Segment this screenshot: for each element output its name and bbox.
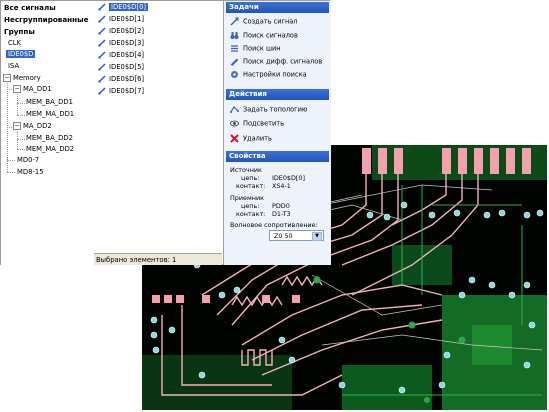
chevron-down-icon[interactable]: ▼ bbox=[312, 232, 322, 241]
receiver-net-label: цепь: bbox=[241, 202, 260, 210]
list-item[interactable]: IDE0$D[7] bbox=[98, 87, 144, 95]
task-pane: Задачи Создать сигнал Поиск сигналов Пои… bbox=[223, 1, 331, 265]
create-signal-label: Создать сигнал bbox=[243, 17, 298, 26]
signal-label: IDE0$D[2] bbox=[109, 27, 145, 35]
search-diff-signals-label: Поиск дифф. сигналов bbox=[243, 57, 323, 66]
signal-label: IDE0$D[0] bbox=[109, 3, 149, 11]
properties-header[interactable]: Свойства bbox=[226, 151, 329, 162]
list-item[interactable]: IDE0$D[6] bbox=[98, 75, 144, 83]
status-bar: Выбрано элементов: 1 bbox=[94, 253, 222, 265]
bus-search-icon bbox=[231, 45, 238, 52]
collapse-icon[interactable]: − bbox=[13, 122, 21, 130]
search-settings-link[interactable]: Настройки поиска bbox=[230, 70, 307, 79]
signal-label: IDE0$D[5] bbox=[109, 63, 145, 71]
list-item[interactable]: IDE0$D[2] bbox=[98, 27, 144, 35]
tree-item-mem-ma-dd1[interactable]: MEM_MA_DD1 bbox=[26, 110, 74, 118]
tree-item-ma-dd1[interactable]: − MA_DD1 bbox=[13, 85, 52, 93]
impedance-label: Волновое сопротивление: bbox=[230, 221, 318, 229]
tree-item-mem-ba-dd2[interactable]: MEM_BA_DD2 bbox=[26, 134, 73, 142]
impedance-value: Z0 50 bbox=[274, 232, 293, 240]
signal-icon bbox=[98, 27, 106, 35]
source-contact-label: контакт: bbox=[236, 182, 266, 190]
highlight-icon bbox=[230, 120, 239, 127]
tree-item-ma-dd2-label: MA_DD2 bbox=[23, 122, 52, 130]
set-topology-label: Задать топологию bbox=[243, 105, 308, 114]
tree-item-memory[interactable]: − Memory bbox=[3, 74, 41, 82]
tree-item-ma-dd1-label: MA_DD1 bbox=[23, 85, 52, 93]
list-item[interactable]: IDE0$D[3] bbox=[98, 39, 144, 47]
tree-item-md8-15[interactable]: MD8-15 bbox=[17, 168, 44, 176]
list-item[interactable]: IDE0$D[4] bbox=[98, 51, 144, 59]
groups-panel: Все сигналы Несгруппированные Группы CLK… bbox=[1, 1, 95, 265]
delete-link[interactable]: Удалить bbox=[230, 134, 272, 143]
source-net-value: IDE0$D[0] bbox=[272, 174, 305, 182]
signal-icon bbox=[98, 39, 106, 47]
signal-label: IDE0$D[3] bbox=[109, 39, 145, 47]
receiver-contact-label: контакт: bbox=[236, 210, 266, 218]
search-signals-link[interactable]: Поиск сигналов bbox=[230, 31, 298, 40]
signal-icon bbox=[98, 75, 106, 83]
create-signal-link[interactable]: Создать сигнал bbox=[230, 17, 298, 26]
search-buses-link[interactable]: Поиск шин bbox=[230, 44, 281, 53]
search-settings-label: Настройки поиска bbox=[243, 70, 307, 79]
search-buses-label: Поиск шин bbox=[243, 44, 281, 53]
actions-header[interactable]: Действия bbox=[226, 89, 329, 100]
signals-window: Все сигналы Несгруппированные Группы CLK… bbox=[0, 0, 331, 265]
tree-item-mem-ma-dd2[interactable]: MEM_MA_DD2 bbox=[26, 145, 74, 153]
set-topology-link[interactable]: Задать топологию bbox=[230, 105, 307, 114]
delete-icon bbox=[230, 134, 239, 143]
list-item[interactable]: IDE0$D[5] bbox=[98, 63, 144, 71]
signal-label: IDE0$D[4] bbox=[109, 51, 145, 59]
signal-label: IDE0$D[7] bbox=[109, 87, 145, 95]
signal-label: IDE0$D[6] bbox=[109, 75, 145, 83]
create-signal-icon bbox=[230, 17, 239, 26]
tree-item-isa[interactable]: ISA bbox=[8, 62, 19, 70]
source-net-label: цепь: bbox=[241, 174, 260, 182]
search-signals-label: Поиск сигналов bbox=[243, 31, 298, 40]
impedance-select[interactable]: Z0 50 ▼ bbox=[269, 230, 324, 241]
signal-icon bbox=[98, 51, 106, 59]
receiver-net-value: PDD0 bbox=[272, 202, 290, 210]
binoculars-icon bbox=[230, 32, 239, 39]
tree-item-clk[interactable]: CLK bbox=[8, 39, 21, 47]
source-contact-value: XS4-1 bbox=[272, 182, 291, 190]
list-item[interactable]: IDE0$D[1] bbox=[98, 15, 144, 23]
tree-item-ide[interactable]: IDE0$D bbox=[6, 50, 36, 58]
list-item[interactable]: IDE0$D[0] bbox=[98, 3, 149, 11]
diff-signal-icon bbox=[230, 58, 239, 66]
signal-icon bbox=[98, 15, 106, 23]
highlight-link[interactable]: Подсветить bbox=[230, 119, 284, 128]
topology-icon bbox=[230, 106, 239, 113]
collapse-icon[interactable]: − bbox=[3, 74, 11, 82]
signal-icon bbox=[98, 63, 106, 71]
delete-label: Удалить bbox=[243, 134, 272, 143]
tree-item-memory-label: Memory bbox=[13, 74, 41, 82]
tree-item-ma-dd2[interactable]: − MA_DD2 bbox=[13, 122, 52, 130]
signal-list: IDE0$D[0] IDE0$D[1] IDE0$D[2] IDE0$D[3] … bbox=[94, 1, 222, 253]
settings-icon bbox=[231, 71, 238, 78]
all-signals-item[interactable]: Все сигналы bbox=[4, 3, 56, 12]
tree-item-mem-ba-dd1[interactable]: MEM_BA_DD1 bbox=[26, 98, 73, 106]
tasks-header[interactable]: Задачи bbox=[226, 2, 329, 13]
collapse-icon[interactable]: − bbox=[13, 85, 21, 93]
source-label: Источник bbox=[230, 166, 262, 174]
ungrouped-item[interactable]: Несгруппированные bbox=[4, 15, 89, 24]
highlight-label: Подсветить bbox=[243, 119, 284, 128]
tree-item-md0-7[interactable]: MD0-7 bbox=[17, 156, 39, 164]
signal-icon bbox=[98, 87, 106, 95]
receiver-label: Приемник bbox=[230, 194, 264, 202]
search-diff-signals-link[interactable]: Поиск дифф. сигналов bbox=[230, 57, 322, 66]
signal-icon bbox=[98, 3, 106, 11]
receiver-contact-value: D1-T3 bbox=[272, 210, 291, 218]
signal-label: IDE0$D[1] bbox=[109, 15, 145, 23]
groups-item[interactable]: Группы bbox=[4, 27, 35, 36]
